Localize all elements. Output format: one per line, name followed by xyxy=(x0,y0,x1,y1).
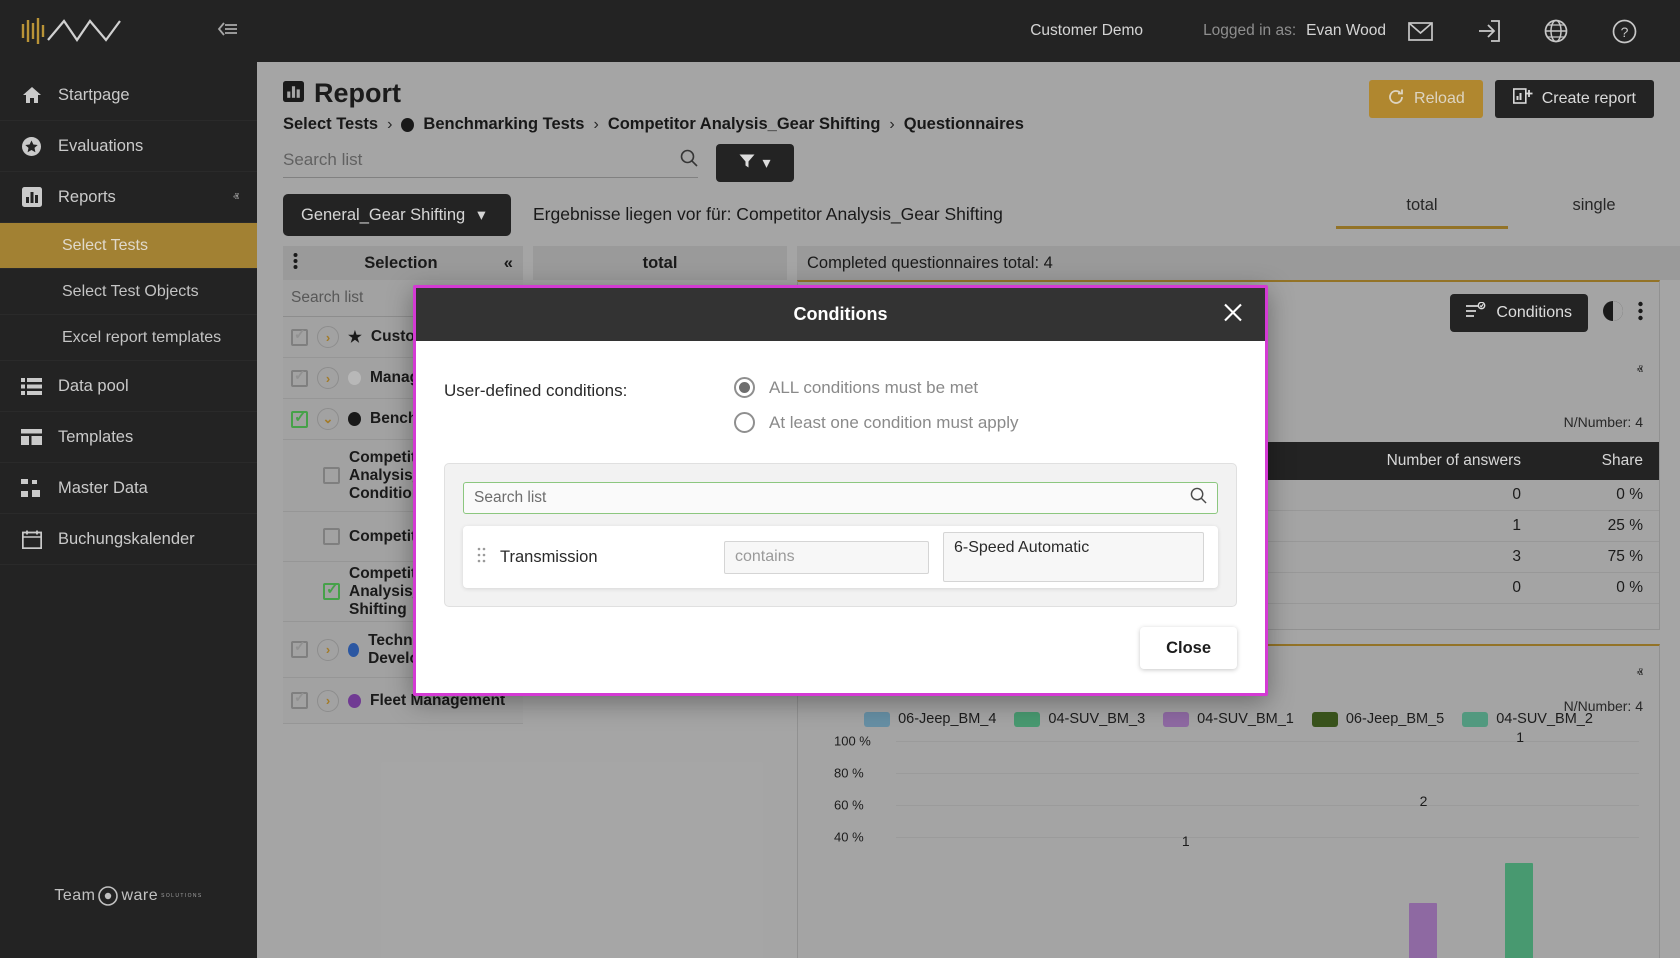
radio-all-conditions-label: ALL conditions must be met xyxy=(769,378,978,398)
radio-unselected-icon[interactable] xyxy=(734,412,755,433)
condition-row: Transmission contains ⱟ xyxy=(463,526,1218,588)
search-icon-modal[interactable] xyxy=(1190,487,1207,509)
drag-handle-icon[interactable] xyxy=(477,547,486,567)
app-root: Startpage Evaluations Reports ⱏ Select T… xyxy=(0,0,1680,958)
conditions-panel: Search list Transmission contains ⱟ xyxy=(444,463,1237,607)
radio-at-least-one-label: At least one condition must apply xyxy=(769,413,1018,433)
conditions-modal: Conditions User-defined conditions: ALL … xyxy=(413,285,1268,696)
condition-mode-radio-group: ALL conditions must be met At least one … xyxy=(734,377,1018,433)
conditions-search-box[interactable]: Search list xyxy=(463,482,1218,514)
modal-title: Conditions xyxy=(794,304,888,325)
condition-field-name: Transmission xyxy=(500,548,710,567)
user-defined-conditions-label: User-defined conditions: xyxy=(444,377,734,401)
close-icon[interactable] xyxy=(1223,302,1243,327)
modal-footer: Close xyxy=(416,627,1265,693)
condition-operator-select[interactable]: contains ⱟ xyxy=(724,541,929,574)
modal-header: Conditions xyxy=(416,288,1265,341)
modal-body: User-defined conditions: ALL conditions … xyxy=(416,341,1265,627)
condition-operator-value: contains xyxy=(735,548,795,566)
radio-all-conditions[interactable]: ALL conditions must be met xyxy=(734,377,1018,398)
radio-at-least-one[interactable]: At least one condition must apply xyxy=(734,412,1018,433)
radio-selected-icon[interactable] xyxy=(734,377,755,398)
condition-value-input[interactable] xyxy=(943,532,1204,582)
conditions-search-placeholder: Search list xyxy=(474,489,546,507)
user-defined-conditions-section: User-defined conditions: ALL conditions … xyxy=(444,377,1237,433)
close-button[interactable]: Close xyxy=(1140,627,1237,669)
